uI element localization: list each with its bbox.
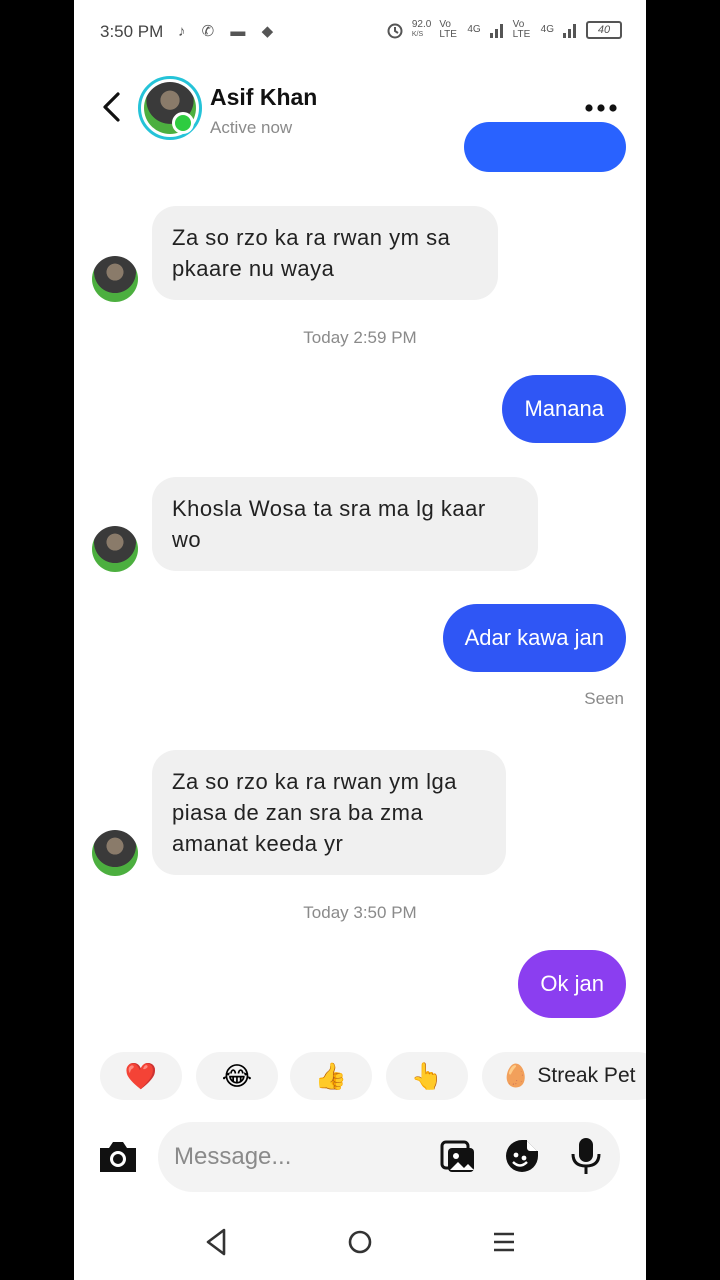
sticker-button[interactable] — [504, 1138, 540, 1174]
volte-2: Vo LTE — [512, 19, 531, 40]
message-input[interactable] — [174, 1138, 424, 1176]
nav-home-button[interactable] — [346, 1228, 374, 1256]
signal-icon-2 — [563, 24, 576, 38]
contact-name[interactable]: Asif Khan — [210, 84, 317, 111]
reaction-thumbs-up-button[interactable]: 👍 — [290, 1052, 372, 1100]
sender-avatar — [92, 256, 138, 302]
reaction-laugh-button[interactable]: 😂 — [196, 1052, 278, 1100]
status-notification-icons: ♪ ✆ ▬ ◆ — [178, 23, 280, 40]
streak-pet-label: Streak Pet — [537, 1064, 636, 1087]
nav-recents-button[interactable] — [490, 1228, 518, 1256]
back-button[interactable] — [98, 90, 128, 124]
volte-1: Vo LTE — [439, 19, 457, 40]
signal-icon — [489, 24, 503, 38]
status-bar: 3:50 PM ♪ ✆ ▬ ◆ 92.0 K/S Vo LTE 4G Vo LTE… — [74, 0, 646, 64]
message-list[interactable]: Za so rzo ka ra rwan ym sa pkaare nu way… — [74, 122, 646, 1048]
timestamp: Today 2:59 PM — [303, 328, 417, 347]
read-receipt: Seen — [584, 689, 624, 708]
message-bubble-outgoing[interactable]: Adar kawa jan — [442, 604, 626, 672]
chevron-left-icon — [103, 92, 120, 122]
phone-screen: 3:50 PM ♪ ✆ ▬ ◆ 92.0 K/S Vo LTE 4G Vo LTE… — [74, 0, 646, 1280]
gallery-icon — [440, 1140, 474, 1172]
status-time: 3:50 PM — [100, 22, 164, 41]
timestamp: Today 3:50 PM — [303, 903, 417, 922]
message-bubble-incoming[interactable]: Za so rzo ka ra rwan ym sa pkaare nu way… — [152, 206, 498, 300]
microphone-button[interactable] — [568, 1136, 604, 1176]
contact-avatar[interactable] — [138, 76, 202, 140]
reaction-pointing-button[interactable]: 👆 — [386, 1052, 468, 1100]
message-bubble-outgoing-partial[interactable] — [464, 122, 626, 172]
battery-icon: 40 — [586, 21, 622, 39]
message-bubble-outgoing[interactable]: Manana — [502, 375, 626, 443]
sender-avatar — [92, 526, 138, 572]
status-right-icons: 92.0 K/S Vo LTE 4G Vo LTE 4G 40 — [386, 20, 622, 40]
camera-button[interactable] — [96, 1136, 140, 1176]
online-indicator — [172, 112, 194, 134]
nav-back-button[interactable] — [202, 1226, 230, 1258]
reaction-heart-button[interactable]: ❤️ — [100, 1052, 182, 1100]
quick-reactions-row: ❤️ 😂 👍 👆 🥚 Streak Pet — [74, 1052, 646, 1102]
thumbs-up-icon: 👍 — [314, 1060, 348, 1091]
sticker-icon — [506, 1140, 538, 1172]
pointing-icon: 👆 — [410, 1060, 444, 1091]
heart-icon: ❤️ — [124, 1060, 158, 1091]
triangle-back-icon — [206, 1228, 226, 1256]
message-bubble-incoming[interactable]: Khosla Wosa ta sra ma lg kaar wo — [152, 477, 538, 571]
net-4g-1: 4G — [467, 24, 481, 35]
message-bubble-outgoing[interactable]: Ok jan — [518, 950, 626, 1018]
laughing-icon: 😂 — [221, 1060, 253, 1091]
microphone-icon — [571, 1138, 601, 1174]
camera-icon — [100, 1142, 136, 1172]
network-speed: 92.0 K/S — [411, 19, 432, 39]
menu-lines-icon — [494, 1232, 514, 1252]
gallery-button[interactable] — [440, 1138, 476, 1174]
more-options-button[interactable] — [584, 94, 618, 114]
message-bubble-incoming[interactable]: Za so rzo ka ra rwan ym lga piasa de zan… — [152, 750, 506, 875]
net-4g-2: 4G — [540, 24, 554, 35]
sender-avatar — [92, 830, 138, 876]
more-horizontal-icon — [585, 104, 617, 112]
egg-icon: 🥚 — [502, 1063, 530, 1088]
presence-status: Active now — [210, 118, 293, 137]
system-nav-bar — [74, 1206, 646, 1280]
streak-pet-button[interactable]: 🥚 Streak Pet — [482, 1052, 646, 1100]
circle-home-icon — [348, 1230, 372, 1254]
alarm-icon — [387, 23, 403, 39]
